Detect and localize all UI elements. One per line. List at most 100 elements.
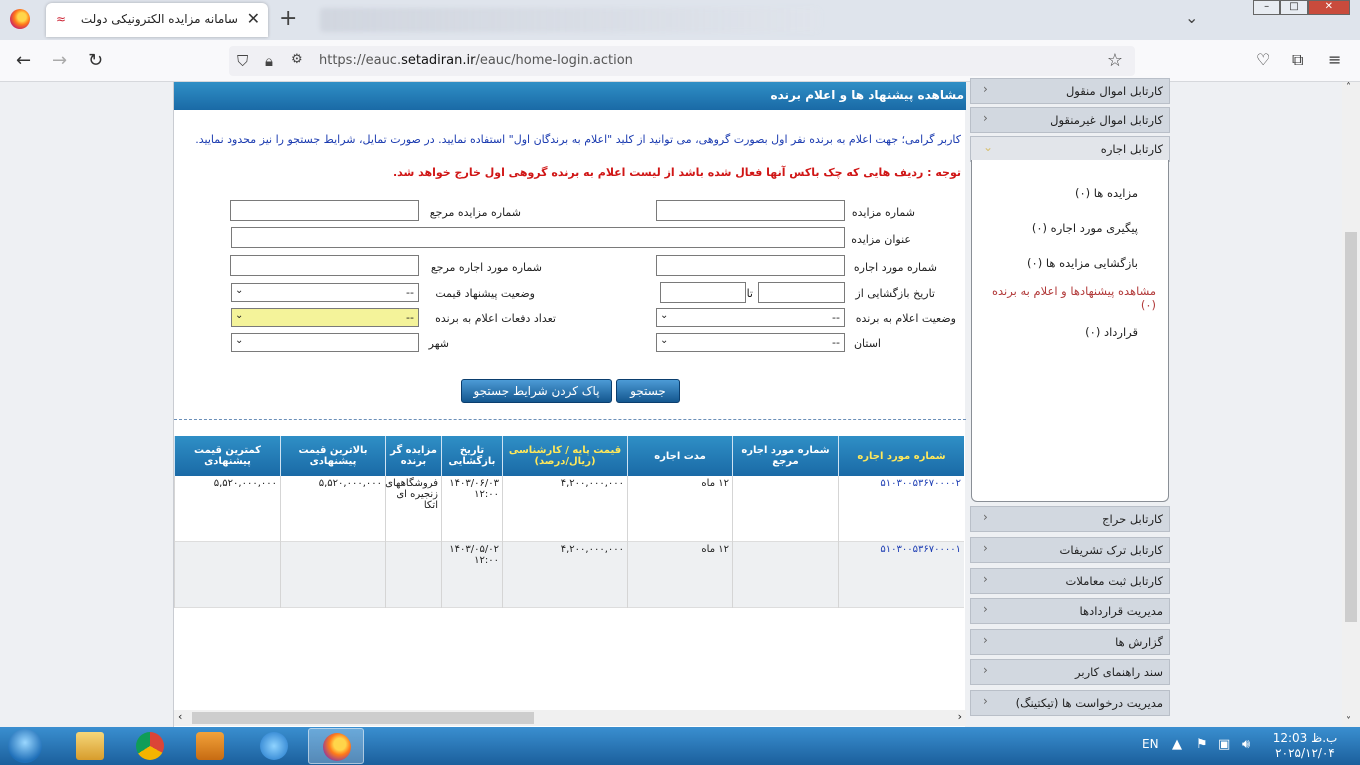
winner-announce-status-label: وضعیت اعلام به برنده: [855, 312, 956, 325]
submenu-view-offers[interactable]: مشاهده پیشنهادها و اعلام به برنده (۰): [980, 284, 1156, 312]
pocket-icon[interactable]: ♡: [1256, 50, 1270, 69]
price-offer-status-label: وضعیت پیشنهاد قیمت: [435, 287, 535, 300]
announce-count-select[interactable]: -- ⌄: [231, 308, 419, 327]
hamburger-menu-icon[interactable]: ≡: [1328, 50, 1341, 69]
ref-auction-no-input[interactable]: [230, 200, 419, 221]
col-min-price[interactable]: کمترین قیمت پیشنهادی: [174, 436, 280, 476]
col-duration[interactable]: مدت اجاره: [627, 436, 732, 476]
sidebar-menu: کارتابل اموال منقول › کارتابل اموال غیرمن…: [970, 78, 1170, 727]
lock-icon[interactable]: 🔒︎: [265, 52, 273, 70]
sidebar-item-transactions[interactable]: کارتابل ثبت معاملات ›: [970, 568, 1170, 594]
scroll-up-icon[interactable]: ˄: [1346, 82, 1351, 93]
col-lease-no[interactable]: شماره مورد اجاره: [838, 436, 964, 476]
browser-tab[interactable]: ≈ سامانه مزایده الکترونیکی دولت ✕: [46, 3, 268, 37]
opening-date-to-input[interactable]: [660, 282, 746, 303]
chrome-icon[interactable]: [122, 728, 178, 764]
address-bar[interactable]: ⛉ 🔒︎ ⚙︎ https://eauc.setadiran.ir/eauc/h…: [229, 46, 1135, 76]
clear-search-button[interactable]: پاک کردن شرایط جستجو: [461, 379, 612, 403]
vertical-scrollbar[interactable]: ˄ ˅: [1342, 82, 1360, 727]
media-player-icon[interactable]: [182, 728, 238, 764]
price-offer-status-select[interactable]: -- ⌄: [231, 283, 419, 302]
sidebar-item-formality-waiver[interactable]: کارتابل ترک تشریفات ›: [970, 537, 1170, 563]
winner-cell: فروشگاههای زنجیره ای اتکا: [385, 476, 441, 542]
sidebar-item-user-guide[interactable]: سند راهنمای کاربر ›: [970, 659, 1170, 685]
sidebar-item-movable-assets[interactable]: کارتابل اموال منقول ›: [970, 78, 1170, 104]
col-winner[interactable]: مزایده گر برنده: [385, 436, 441, 476]
close-window-icon[interactable]: ✕: [1307, 0, 1350, 15]
min-price-cell: [174, 542, 280, 608]
vertical-scroll-thumb[interactable]: [1345, 232, 1357, 622]
horizontal-scroll-thumb[interactable]: [192, 712, 534, 724]
firefox-menu-icon[interactable]: [10, 9, 30, 29]
col-opening-date[interactable]: تاریخ بازگشایی: [441, 436, 502, 476]
winner-announce-status-select[interactable]: -- ⌄: [656, 308, 845, 327]
maximize-icon[interactable]: □: [1280, 0, 1308, 15]
col-ref-lease-no[interactable]: شماره مورد اجاره مرجع: [732, 436, 838, 476]
scroll-left-icon[interactable]: ‹: [178, 710, 182, 723]
internet-explorer-icon[interactable]: [246, 728, 302, 764]
ref-no-cell: [732, 476, 838, 542]
sidebar-item-ticketing[interactable]: مدیریت درخواست ها (تیکتینگ) ›: [970, 690, 1170, 716]
sidebar-item-lease[interactable]: کارتابل اجاره ⌄: [970, 136, 1170, 162]
auction-no-label: شماره مزایده: [851, 206, 915, 219]
system-clock[interactable]: ب.ظ 12:03 ۲۰۲۵/۱۲/۰۴: [1270, 731, 1340, 761]
new-tab-button[interactable]: +: [279, 6, 297, 31]
blurred-tabs: [320, 8, 820, 32]
auction-title-input[interactable]: [231, 227, 845, 248]
tray-expand-icon[interactable]: ▲: [1172, 737, 1182, 752]
chevron-right-icon: ›: [983, 602, 988, 616]
windows-start-icon[interactable]: [8, 729, 42, 763]
extensions-icon[interactable]: ⧉: [1292, 50, 1303, 70]
opening-date-from-input[interactable]: [758, 282, 845, 303]
clock-date: ۲۰۲۵/۱۲/۰۴: [1275, 746, 1335, 760]
max-price-cell: [280, 542, 385, 608]
window-controls: – □ ✕: [1253, 0, 1350, 15]
scroll-right-icon[interactable]: ›: [958, 710, 962, 723]
clock-time: ب.ظ 12:03: [1272, 731, 1338, 745]
col-base-price[interactable]: قیمت پایه / کارشناسی (ریال/درصد): [502, 436, 627, 476]
horizontal-scrollbar[interactable]: ‹ ›: [174, 710, 966, 726]
main-panel: مشاهده پیشنهاد ها و اعلام برنده کاربر گر…: [173, 82, 966, 727]
ref-lease-item-no-label: شماره مورد اجاره مرجع: [430, 261, 542, 274]
chevron-right-icon: ›: [983, 663, 988, 677]
lease-no-link[interactable]: ۵۱۰۳۰۰۵۳۶۷۰۰۰۰۲: [838, 476, 964, 542]
list-tabs-chevron-icon[interactable]: ⌄: [1185, 8, 1198, 27]
permissions-icon[interactable]: ⚙︎: [291, 52, 303, 67]
province-select[interactable]: -- ⌄: [656, 333, 845, 352]
minimize-icon[interactable]: –: [1253, 0, 1281, 15]
submenu-auction-opening[interactable]: بازگشایی مزایده ها (۰): [1027, 256, 1138, 270]
shield-icon[interactable]: ⛉: [237, 52, 248, 70]
auction-no-input[interactable]: [656, 200, 845, 221]
chevron-right-icon: ›: [983, 633, 988, 647]
language-indicator[interactable]: EN: [1142, 737, 1159, 751]
submenu-lease-tracking[interactable]: پیگیری مورد اجاره (۰): [1032, 221, 1138, 235]
search-button[interactable]: جستجو: [616, 379, 680, 403]
action-center-icon[interactable]: ⚑: [1196, 737, 1208, 752]
city-select[interactable]: ⌄: [231, 333, 419, 352]
ref-lease-item-no-input[interactable]: [230, 255, 419, 276]
back-arrow-icon[interactable]: ←: [16, 50, 31, 71]
sidebar-item-reports[interactable]: گزارش ها ›: [970, 629, 1170, 655]
volume-icon[interactable]: 🔊︎: [1242, 737, 1250, 752]
bookmark-star-icon[interactable]: ☆: [1107, 50, 1123, 71]
to-label: تا: [746, 287, 753, 300]
chevron-down-icon: ⌄: [660, 310, 669, 321]
sidebar-item-contracts[interactable]: مدیریت قراردادها ›: [970, 598, 1170, 624]
tab-close-icon[interactable]: ✕: [247, 9, 260, 28]
submenu-auctions[interactable]: مزایده ها (۰): [1075, 186, 1138, 200]
scroll-down-icon[interactable]: ˅: [1346, 716, 1351, 727]
results-table-header: شماره مورد اجاره شماره مورد اجاره مرجع م…: [174, 436, 964, 476]
submenu-contract[interactable]: قرارداد (۰): [1085, 325, 1138, 339]
ref-no-cell: [732, 542, 838, 608]
lease-item-no-input[interactable]: [656, 255, 845, 276]
sidebar-item-auction[interactable]: کارتابل حراج ›: [970, 506, 1170, 532]
sidebar-item-immovable-assets[interactable]: کارتابل اموال غیرمنقول ›: [970, 107, 1170, 133]
opening-date-from-label: تاریخ بازگشایی از: [855, 287, 935, 300]
file-explorer-icon[interactable]: [62, 728, 118, 764]
firefox-taskbar-icon[interactable]: [308, 728, 364, 764]
col-max-price[interactable]: بالاترین قیمت پیشنهادی: [280, 436, 385, 476]
lease-no-link[interactable]: ۵۱۰۳۰۰۵۳۶۷۰۰۰۰۱: [838, 542, 964, 608]
network-icon[interactable]: ▣: [1218, 737, 1230, 752]
reload-icon[interactable]: ↻: [88, 50, 103, 71]
forward-arrow-icon[interactable]: →: [52, 50, 67, 71]
